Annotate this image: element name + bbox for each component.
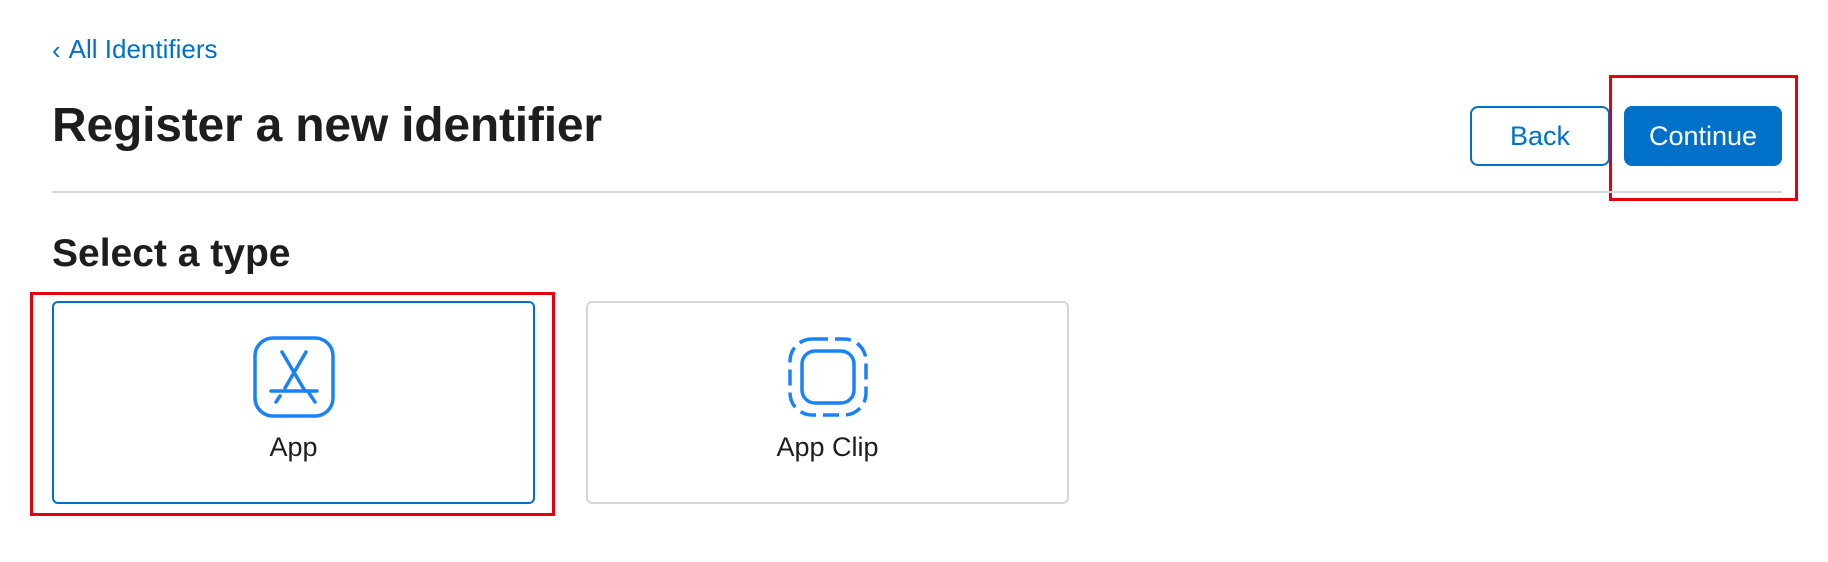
- type-label-app: App: [269, 432, 318, 462]
- page-title: Register a new identifier: [52, 99, 602, 152]
- type-card-app[interactable]: App: [52, 301, 535, 504]
- header-divider: [52, 191, 1782, 193]
- back-button[interactable]: Back: [1470, 106, 1610, 166]
- type-card-app-clip[interactable]: App Clip: [586, 301, 1069, 504]
- page: ‹ All Identifiers Register a new identif…: [0, 0, 1828, 562]
- section-title: Select a type: [52, 232, 291, 275]
- all-identifiers-link[interactable]: ‹ All Identifiers: [52, 34, 218, 65]
- chevron-left-icon: ‹: [52, 34, 61, 65]
- continue-button[interactable]: Continue: [1624, 106, 1782, 166]
- app-store-icon: [252, 336, 335, 418]
- app-clip-icon: [787, 337, 868, 417]
- all-identifiers-label: All Identifiers: [68, 34, 218, 64]
- type-label-app-clip: App Clip: [776, 432, 879, 462]
